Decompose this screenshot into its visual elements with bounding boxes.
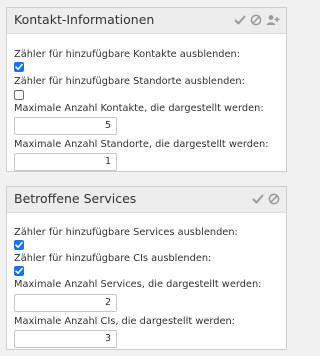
max-services-input[interactable]: 2 — [14, 294, 117, 312]
hide-cis-counter-label: Zähler für hinzufügbare CIs ausblenden: — [14, 253, 212, 264]
ban-icon[interactable] — [268, 193, 280, 205]
max-contacts-label: Maximale Anzahl Kontakte, die dargestell… — [14, 103, 264, 114]
hide-cis-counter-checkbox[interactable] — [14, 266, 24, 276]
max-contacts-input[interactable]: 5 — [14, 117, 117, 135]
hide-services-counter-checkbox[interactable] — [14, 240, 24, 250]
hide-locations-counter-checkbox[interactable] — [14, 90, 24, 100]
hide-contacts-counter-label: Zähler für hinzufügbare Kontakte ausblen… — [14, 49, 241, 60]
panel-title: Betroffene Services — [14, 191, 137, 206]
panel-header: Kontakt-Informationen — [7, 8, 286, 34]
panel-header: Betroffene Services — [7, 187, 286, 213]
panel-title: Kontakt-Informationen — [14, 12, 155, 27]
ban-icon[interactable] — [250, 14, 262, 26]
max-cis-input[interactable]: 3 — [14, 330, 117, 348]
contact-info-panel: Kontakt-Informationen Zähler für hinzufü… — [6, 7, 287, 172]
header-icons — [234, 14, 280, 26]
max-cis-label: Maximale Anzahl CIs, die dargestellt wer… — [14, 316, 235, 327]
header-icons — [252, 193, 280, 205]
max-locations-input[interactable]: 1 — [14, 153, 117, 171]
add-user-icon[interactable] — [266, 14, 280, 26]
max-services-label: Maximale Anzahl Services, die dargestell… — [14, 279, 262, 290]
hide-contacts-counter-checkbox[interactable] — [14, 62, 24, 72]
hide-locations-counter-label: Zähler für hinzufügbare Standorte ausble… — [14, 76, 245, 87]
hide-services-counter-label: Zähler für hinzufügbare Services ausblen… — [14, 227, 238, 238]
check-icon[interactable] — [234, 14, 246, 26]
check-icon[interactable] — [252, 193, 264, 205]
max-locations-label: Maximale Anzahl Standorte, die dargestel… — [14, 139, 269, 150]
affected-services-panel: Betroffene Services Zähler für hinzufügb… — [6, 186, 287, 350]
